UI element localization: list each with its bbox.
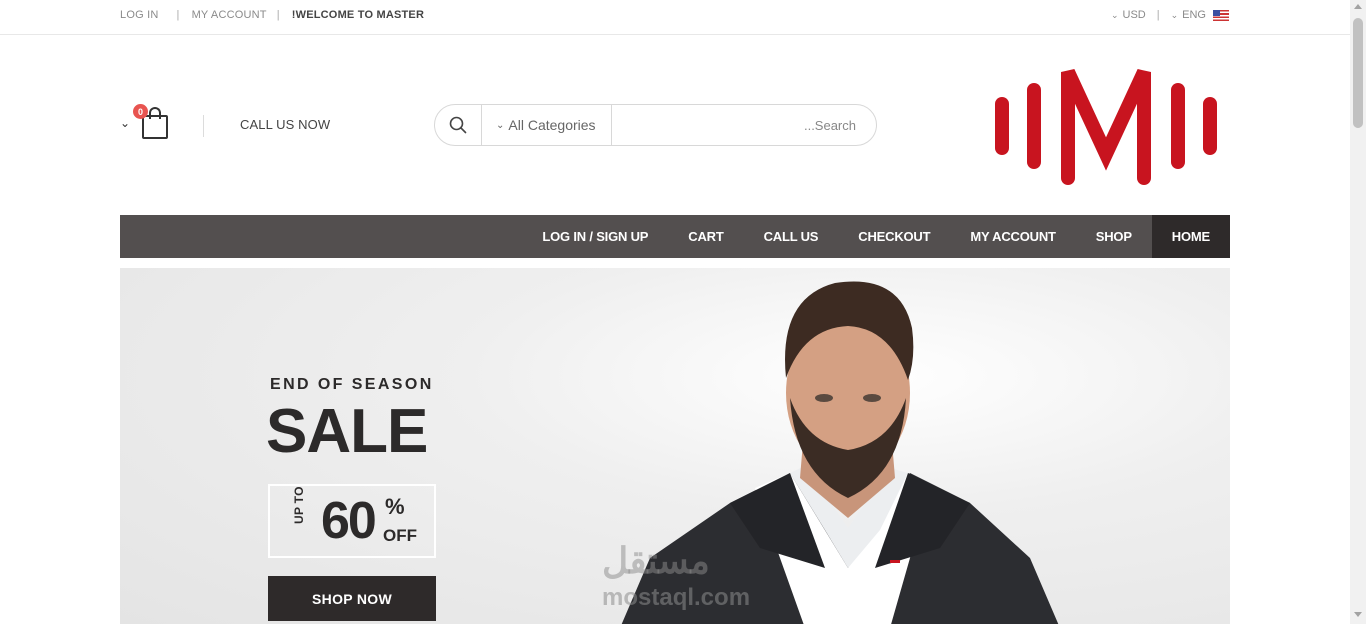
nav-item-shop[interactable]: SHOP bbox=[1076, 215, 1152, 258]
separator: | bbox=[276, 9, 280, 21]
call-us-now-text[interactable]: CALL US NOW bbox=[240, 117, 330, 132]
top-bar-right: ⌄ USD | ⌄ ENG bbox=[1111, 9, 1229, 21]
nav-item-call-us[interactable]: CALL US bbox=[744, 215, 839, 258]
cart-count-badge: 0 bbox=[133, 104, 149, 119]
login-link[interactable]: LOG IN bbox=[120, 9, 159, 21]
nav-item-checkout[interactable]: CHECKOUT bbox=[838, 215, 950, 258]
hero-headline: SALE bbox=[266, 397, 428, 466]
nav-item-login-signup[interactable]: LOG IN / SIGN UP bbox=[522, 215, 668, 258]
watermark-text: mostaql.com bbox=[602, 584, 751, 611]
top-bar: LOG IN | MY ACCOUNT | !WELCOME TO MASTER… bbox=[0, 0, 1350, 35]
scrollbar-thumb[interactable] bbox=[1353, 18, 1363, 128]
nav-item-cart[interactable]: CART bbox=[668, 215, 743, 258]
separator: | bbox=[1156, 9, 1160, 21]
master-logo[interactable] bbox=[990, 62, 1222, 188]
scroll-down-arrow-icon[interactable] bbox=[1354, 612, 1362, 617]
discount-percent: 60 bbox=[321, 492, 377, 550]
percent-sign: % bbox=[385, 494, 405, 519]
discount-box: UP TO 60 % OFF bbox=[268, 484, 436, 558]
scroll-up-arrow-icon[interactable] bbox=[1354, 4, 1362, 9]
category-select-value: All Categories bbox=[508, 117, 596, 133]
hero-eyebrow: END OF SEASON bbox=[270, 376, 434, 393]
page-scrollbar[interactable] bbox=[1350, 0, 1366, 624]
divider bbox=[203, 115, 204, 137]
main-nav: LOG IN / SIGN UP CART CALL US CHECKOUT M… bbox=[120, 215, 1230, 258]
currency-select[interactable]: USD bbox=[1123, 9, 1146, 21]
cart-widget[interactable]: ⌄ 0 bbox=[120, 104, 172, 141]
search-input[interactable] bbox=[612, 105, 876, 145]
category-select[interactable]: ⌄ All Categories bbox=[482, 105, 612, 145]
us-flag-icon bbox=[1213, 9, 1229, 21]
shopping-bag-icon[interactable]: 0 bbox=[133, 104, 172, 141]
nav-item-home[interactable]: HOME bbox=[1151, 215, 1230, 258]
nav-item-my-account[interactable]: MY ACCOUNT bbox=[950, 215, 1075, 258]
shop-now-button[interactable]: SHOP NOW bbox=[268, 576, 436, 621]
page: LOG IN | MY ACCOUNT | !WELCOME TO MASTER… bbox=[0, 0, 1366, 624]
off-label: OFF bbox=[383, 526, 417, 545]
up-to-label: UP TO bbox=[292, 486, 306, 524]
chevron-down-icon: ⌄ bbox=[496, 119, 505, 131]
separator: | bbox=[176, 9, 180, 21]
search-button[interactable] bbox=[435, 105, 482, 145]
hero-banner: END OF SEASON SALE UP TO 60 % OFF SHOP N… bbox=[120, 268, 1230, 624]
welcome-text: !WELCOME TO MASTER bbox=[291, 9, 425, 21]
language-select[interactable]: ENG bbox=[1182, 9, 1206, 21]
header: ⌄ 0 CALL US NOW ⌄ All Categories bbox=[0, 36, 1350, 214]
top-bar-left: LOG IN | MY ACCOUNT | !WELCOME TO MASTER bbox=[120, 9, 424, 21]
search-icon bbox=[449, 116, 467, 134]
watermark-arabic: مستقل bbox=[602, 540, 710, 581]
chevron-down-icon: ⌄ bbox=[1110, 9, 1119, 20]
my-account-link[interactable]: MY ACCOUNT bbox=[192, 9, 267, 21]
chevron-down-icon: ⌄ bbox=[120, 116, 131, 130]
search-bar: ⌄ All Categories bbox=[434, 104, 877, 146]
chevron-down-icon: ⌄ bbox=[1170, 9, 1179, 20]
